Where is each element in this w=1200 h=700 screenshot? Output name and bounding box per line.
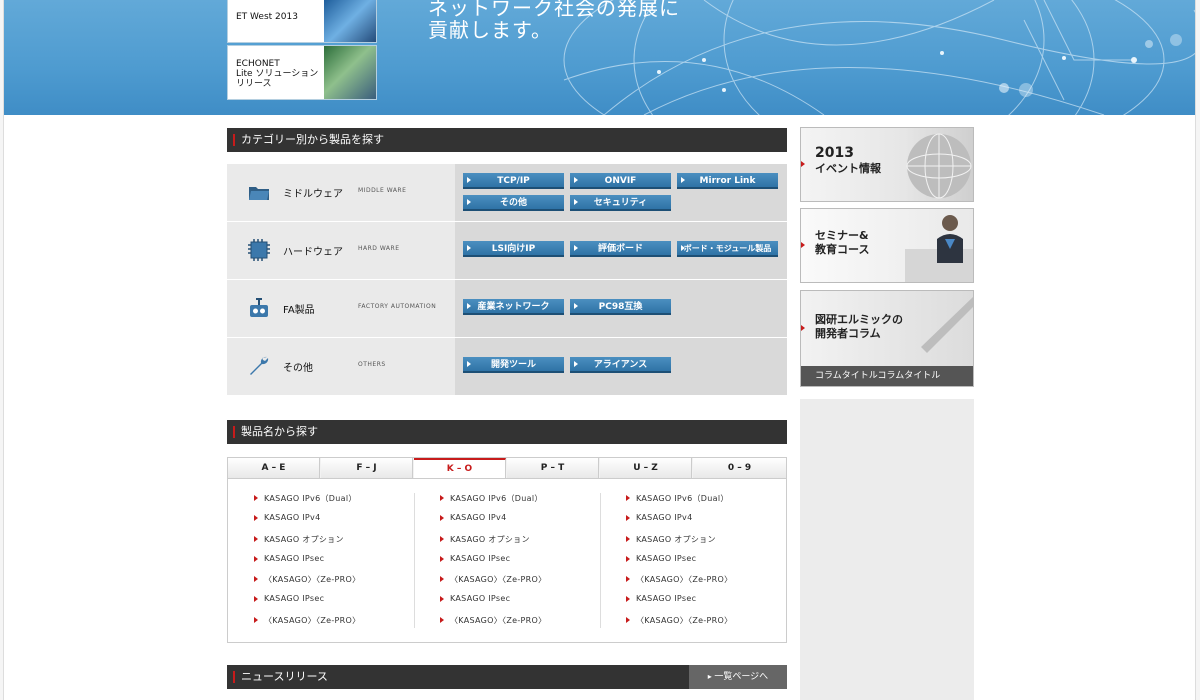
product-button-other[interactable]: その他 [463, 195, 564, 211]
sidebar-event-year: 2013 [815, 145, 854, 161]
product-button-onvif[interactable]: ONVIF [570, 173, 671, 189]
product-link[interactable]: KASAGO IPsec [252, 594, 428, 614]
column-divider [600, 493, 601, 628]
product-link[interactable]: KASAGO IPv4 [438, 513, 614, 533]
product-button-alliance[interactable]: アライアンス [570, 357, 671, 373]
event-banner-label-3: リリース [236, 79, 272, 89]
category-label: ハードウェア [283, 247, 343, 258]
hero-tagline-line2: 貢献します。 [428, 18, 552, 42]
product-link[interactable]: KASAGO オプション [438, 534, 614, 554]
event-banner-label-2: Lite ソリューション [236, 69, 319, 79]
sidebar-seminar-title-1: セミナー& [815, 229, 869, 242]
arrow-icon [801, 242, 805, 248]
product-link[interactable]: 〈KASAGO〉〈Ze-PRO〉 [252, 615, 428, 635]
product-button-tcpip[interactable]: TCP/IP [463, 173, 564, 189]
event-banner-et-west[interactable]: ET West 2013 [227, 0, 377, 43]
product-list-column-3: KASAGO IPv6（Dual） KASAGO IPv4 KASAGO オプシ… [624, 493, 800, 635]
product-link[interactable]: 〈KASAGO〉〈Ze-PRO〉 [252, 574, 428, 594]
sidebar-column-title-2: 開発者コラム [815, 327, 881, 340]
echonet-thumbnail-image [324, 46, 376, 99]
tab-k-o[interactable]: K – O [414, 458, 506, 478]
product-link[interactable]: KASAGO IPv6（Dual） [624, 493, 800, 513]
tab-f-j[interactable]: F – J [321, 458, 413, 478]
event-banner-label: ET West 2013 [236, 12, 298, 22]
product-list-column-2: KASAGO IPv6（Dual） KASAGO IPv4 KASAGO オプシ… [438, 493, 614, 635]
category-label: ミドルウェア [283, 189, 343, 200]
category-label-en: HARD WARE [358, 245, 400, 252]
wrench-icon [250, 356, 269, 375]
product-link[interactable]: 〈KASAGO〉〈Ze-PRO〉 [624, 615, 800, 635]
tab-a-e[interactable]: A – E [228, 458, 320, 478]
presenter-image [905, 215, 973, 282]
category-label-en: OTHERS [358, 361, 386, 368]
product-link[interactable]: KASAGO IPsec [624, 594, 800, 614]
sidebar-seminar-banner[interactable]: セミナー& 教育コース [800, 208, 974, 283]
product-link[interactable]: KASAGO オプション [252, 534, 428, 554]
product-button-dev-tools[interactable]: 開発ツール [463, 357, 564, 373]
robot-icon [250, 298, 268, 317]
tab-0-9[interactable]: 0 – 9 [693, 458, 786, 478]
news-section-heading: ニュースリリース 一覧ページへ [227, 665, 787, 689]
event-thumbnail-image [324, 0, 376, 42]
sidebar-seminar-title-2: 教育コース [815, 243, 870, 256]
sidebar-empty-area [800, 399, 974, 700]
page: ネットワーク社会の発展に 貢献します。 ET West 2013 ECHONET… [3, 0, 1196, 700]
tab-p-t[interactable]: P – T [507, 458, 599, 478]
product-button-pc98[interactable]: PC98互換 [570, 299, 671, 315]
sidebar-event-banner[interactable]: 2013 イベント情報 [800, 127, 974, 202]
product-link[interactable]: KASAGO IPsec [438, 594, 614, 614]
event-banner-echonet[interactable]: ECHONET Lite ソリューション リリース [227, 45, 377, 100]
product-link[interactable]: KASAGO IPv4 [252, 513, 428, 533]
category-row-hardware: ハードウェア HARD WARE LSI向けIP 評価ボード ボード・モジュール… [227, 222, 787, 279]
column-divider [414, 493, 415, 628]
arrow-icon [801, 161, 805, 167]
chip-icon [248, 239, 270, 261]
category-row-others: その他 OTHERS 開発ツール アライアンス [227, 338, 787, 395]
pen-image [921, 297, 973, 353]
category-label: FA製品 [283, 305, 315, 316]
product-name-section-heading: 製品名から探す [227, 420, 787, 444]
product-link[interactable]: KASAGO IPsec [438, 554, 614, 574]
product-link[interactable]: KASAGO IPv4 [624, 513, 800, 533]
sidebar-column-banner[interactable]: 図研エルミックの 開発者コラム コラムタイトルコラムタイトル [800, 290, 974, 387]
product-link[interactable]: KASAGO オプション [624, 534, 800, 554]
category-row-fa: FA製品 FACTORY AUTOMATION 産業ネットワーク PC98互換 [227, 280, 787, 337]
sidebar-column-caption: コラムタイトルコラムタイトル [801, 366, 973, 386]
product-link[interactable]: KASAGO IPsec [252, 554, 428, 574]
product-link[interactable]: 〈KASAGO〉〈Ze-PRO〉 [624, 574, 800, 594]
category-section-heading: カテゴリー別から製品を探す [227, 128, 787, 152]
product-link[interactable]: KASAGO IPsec [624, 554, 800, 574]
category-label-en: MIDDLE WARE [358, 187, 407, 194]
product-link[interactable]: KASAGO IPv6（Dual） [252, 493, 428, 513]
product-button-lsi-ip[interactable]: LSI向けIP [463, 241, 564, 257]
product-button-eval-board[interactable]: 評価ボード [570, 241, 671, 257]
product-button-security[interactable]: セキュリティ [570, 195, 671, 211]
product-button-mirror-link[interactable]: Mirror Link [677, 173, 778, 189]
tab-u-z[interactable]: U – Z [600, 458, 692, 478]
news-list-link-label: 一覧ページへ [714, 672, 769, 682]
hero-banner: ネットワーク社会の発展に 貢献します。 ET West 2013 ECHONET… [4, 0, 1195, 115]
product-button-industrial-network[interactable]: 産業ネットワーク [463, 299, 564, 315]
product-link[interactable]: 〈KASAGO〉〈Ze-PRO〉 [438, 615, 614, 635]
category-label-en: FACTORY AUTOMATION [358, 303, 437, 310]
product-link[interactable]: KASAGO IPv6（Dual） [438, 493, 614, 513]
product-button-board-module[interactable]: ボード・モジュール製品 [677, 241, 778, 257]
event-banner-label-1: ECHONET [236, 59, 280, 69]
arrow-icon [801, 325, 805, 331]
product-list-panel: KASAGO IPv6（Dual） KASAGO IPv4 KASAGO オプシ… [227, 479, 787, 643]
category-label: その他 [283, 363, 313, 374]
sidebar-event-title: イベント情報 [815, 162, 881, 175]
alphabet-tabs: A – E F – J K – O P – T U – Z 0 – 9 [227, 457, 787, 479]
globe-icon [906, 133, 972, 199]
sidebar-column-title-1: 図研エルミックの [815, 313, 903, 326]
news-list-link[interactable]: 一覧ページへ [689, 665, 787, 689]
product-link[interactable]: 〈KASAGO〉〈Ze-PRO〉 [438, 574, 614, 594]
product-list-column-1: KASAGO IPv6（Dual） KASAGO IPv4 KASAGO オプシ… [252, 493, 428, 635]
category-row-middleware: ミドルウェア MIDDLE WARE TCP/IP ONVIF Mirror L… [227, 164, 787, 221]
folder-icon [249, 187, 269, 200]
news-heading-label: ニュースリリース [241, 670, 328, 683]
